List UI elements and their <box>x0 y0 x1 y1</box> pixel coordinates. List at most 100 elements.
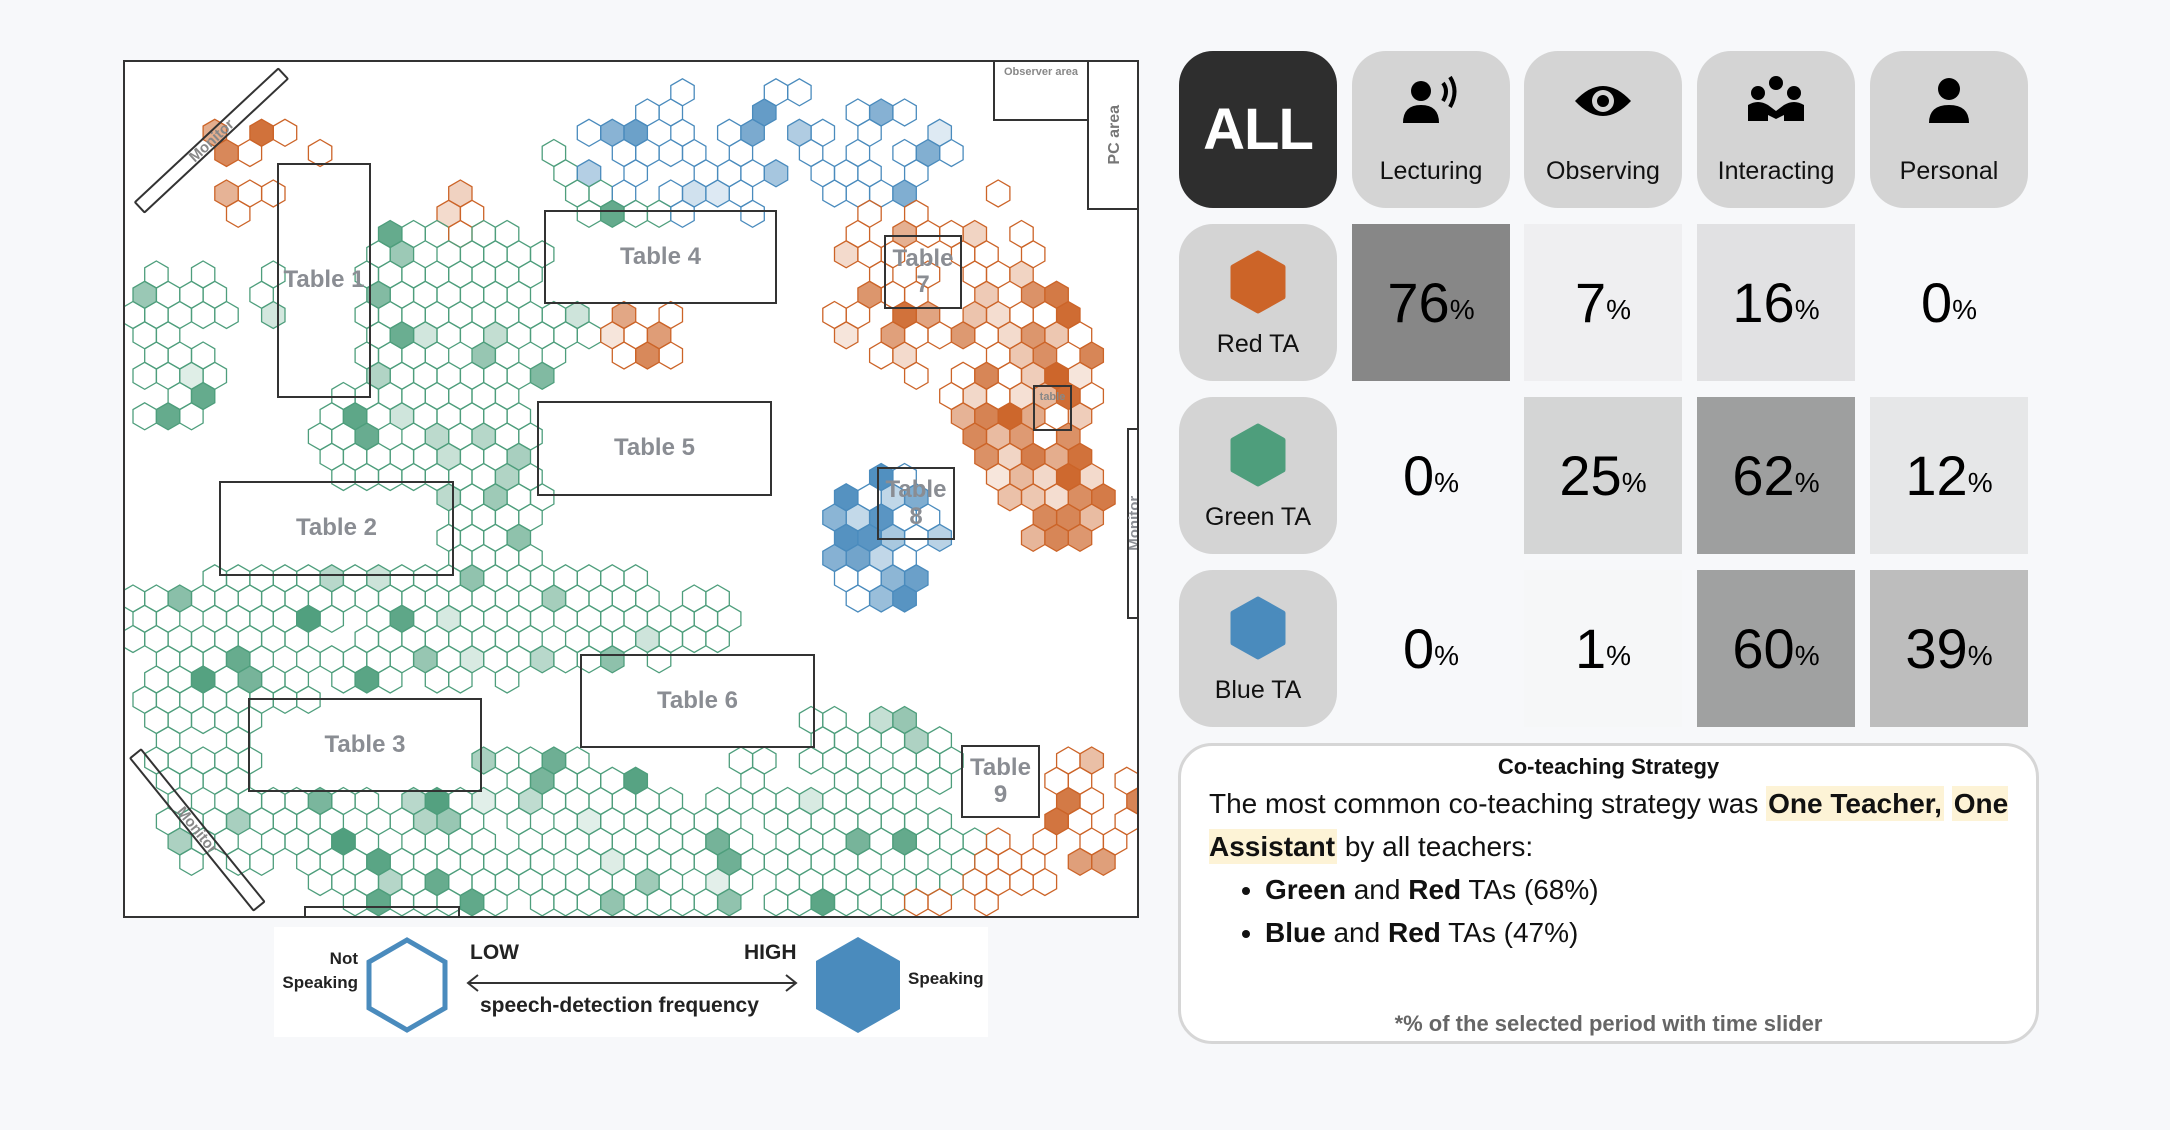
hex-cell-green <box>646 888 672 916</box>
hex-cell-green <box>179 402 204 431</box>
not-speaking-line2: Speaking <box>282 973 358 992</box>
hex-cell-red <box>833 240 859 269</box>
percent-sign: % <box>1606 293 1632 325</box>
hex-cell-green <box>553 645 578 674</box>
percent-value: 0 <box>1402 444 1435 507</box>
hex-cell-green <box>483 888 508 916</box>
speaking-label: Speaking <box>908 969 984 988</box>
strategy-list: Green and Red TAs (68%) Blue and Red TAs… <box>1209 868 2016 954</box>
hex-cell-green <box>448 665 473 694</box>
hex-cell-blue <box>576 118 602 148</box>
hex-cell-green <box>494 665 520 694</box>
hex-cell-green <box>833 888 859 916</box>
hex-cell-green <box>319 604 345 634</box>
hex-cell-blue <box>658 138 684 168</box>
percent-value: 0 <box>1920 271 1953 334</box>
hex-cell-blue <box>845 584 871 613</box>
hex-cell-red <box>1091 847 1116 877</box>
hex-cell-blue <box>939 138 964 168</box>
hex-cell-red <box>903 361 929 391</box>
table-label: table <box>1039 391 1066 403</box>
hex-cell-red <box>1067 847 1093 877</box>
hex-cell-blue <box>892 98 917 127</box>
monitor-label: Monitor <box>1125 496 1139 551</box>
hex-cell-green <box>354 665 380 694</box>
observer-area-label: Observer area <box>1004 66 1078 78</box>
table-4: Table 4 <box>544 210 777 304</box>
all-button[interactable]: ALL <box>1179 51 1337 208</box>
high-label: HIGH <box>744 941 797 964</box>
hex-cell-green <box>459 888 485 916</box>
hex-cell-green <box>214 300 239 330</box>
percent-sign: % <box>1967 639 1993 671</box>
ta-label: Green TA <box>1204 503 1312 531</box>
table-2: Table 2 <box>219 481 454 576</box>
percent-cell: 0% <box>1352 570 1510 727</box>
hex-cell-green <box>681 624 707 654</box>
hex-cell-green <box>705 624 730 654</box>
hex-cell-blue <box>763 159 789 188</box>
table-label: Table 2 <box>296 514 377 542</box>
hex-cell-blue <box>822 179 847 208</box>
hex-cell-green <box>576 888 602 916</box>
hex-cell-green <box>798 746 824 775</box>
table-label: Table 5 <box>614 434 695 462</box>
percent-value: 60 <box>1732 617 1795 680</box>
hex-cell-red <box>611 341 637 370</box>
observer-area: Observer area <box>993 62 1089 121</box>
hex-cell-green <box>529 888 555 916</box>
hex-cell-green <box>190 300 216 330</box>
small-table: table <box>1033 385 1072 431</box>
percent-sign: % <box>1606 639 1632 671</box>
percent-cell: 0% <box>1352 397 1510 554</box>
list-item: Blue and Red TAs (47%) <box>1265 911 2016 954</box>
percent-sign: % <box>1434 639 1460 671</box>
percent-cell: 0% <box>1870 224 2028 381</box>
legend: Not Speaking LOW HIGH speech-detection f… <box>274 927 988 1037</box>
hex-cell-green <box>155 402 181 431</box>
panel-title: Co-teaching Strategy <box>1497 754 1720 779</box>
hex-cell-green <box>307 867 333 897</box>
bottom-table <box>304 906 460 916</box>
hex-cell-blue <box>705 179 730 208</box>
tab-personal[interactable]: Personal <box>1870 51 2028 208</box>
table-9: Table 9 <box>961 745 1040 818</box>
not-speaking-line1: Not <box>329 949 358 968</box>
tab-interacting[interactable]: Interacting <box>1697 51 1855 208</box>
ta-button-red-ta[interactable]: Red TA <box>1179 224 1337 381</box>
strategy-highlight: One Teacher, <box>1766 786 1944 821</box>
hex-cell-green <box>763 888 789 916</box>
hex-cell-red <box>950 321 976 350</box>
table-label: Table 8 <box>885 476 947 530</box>
tab-observing[interactable]: Observing <box>1524 51 1682 208</box>
all-label: ALL <box>1203 97 1314 162</box>
ta-button-green-ta[interactable]: Green TA <box>1179 397 1337 554</box>
pc-area-label: PC area <box>1106 105 1124 165</box>
hex-cell-red <box>1044 523 1069 553</box>
hex-cell-green <box>600 888 625 916</box>
percent-value: 0 <box>1402 617 1435 680</box>
hex-cell-red <box>1020 523 1046 553</box>
percent-cell: 39% <box>1870 570 2028 727</box>
percent-sign: % <box>1794 639 1820 671</box>
lecturing-icon <box>1403 75 1457 123</box>
intro-end-text: by all teachers: <box>1344 831 1534 862</box>
hex-cell-green <box>132 402 158 431</box>
percent-value: 62 <box>1732 444 1795 507</box>
hex-cell-red <box>658 341 684 370</box>
table-5: Table 5 <box>537 401 772 496</box>
double-arrow-icon <box>466 974 798 992</box>
hexagon-icon <box>1230 250 1286 314</box>
tab-label: Personal <box>1899 157 1999 185</box>
hex-cell-red <box>635 341 660 370</box>
low-label: LOW <box>470 941 519 964</box>
hex-cell-red <box>272 118 298 148</box>
percent-value: 16 <box>1732 271 1795 334</box>
group-icon <box>1748 76 1804 121</box>
hex-cell-green <box>190 705 216 735</box>
ta-button-blue-ta[interactable]: Blue TA <box>1179 570 1337 727</box>
percent-sign: % <box>1794 293 1820 325</box>
hex-cell-green <box>249 847 274 877</box>
tab-lecturing[interactable]: Lecturing <box>1352 51 1510 208</box>
hex-cell-red <box>927 321 953 350</box>
